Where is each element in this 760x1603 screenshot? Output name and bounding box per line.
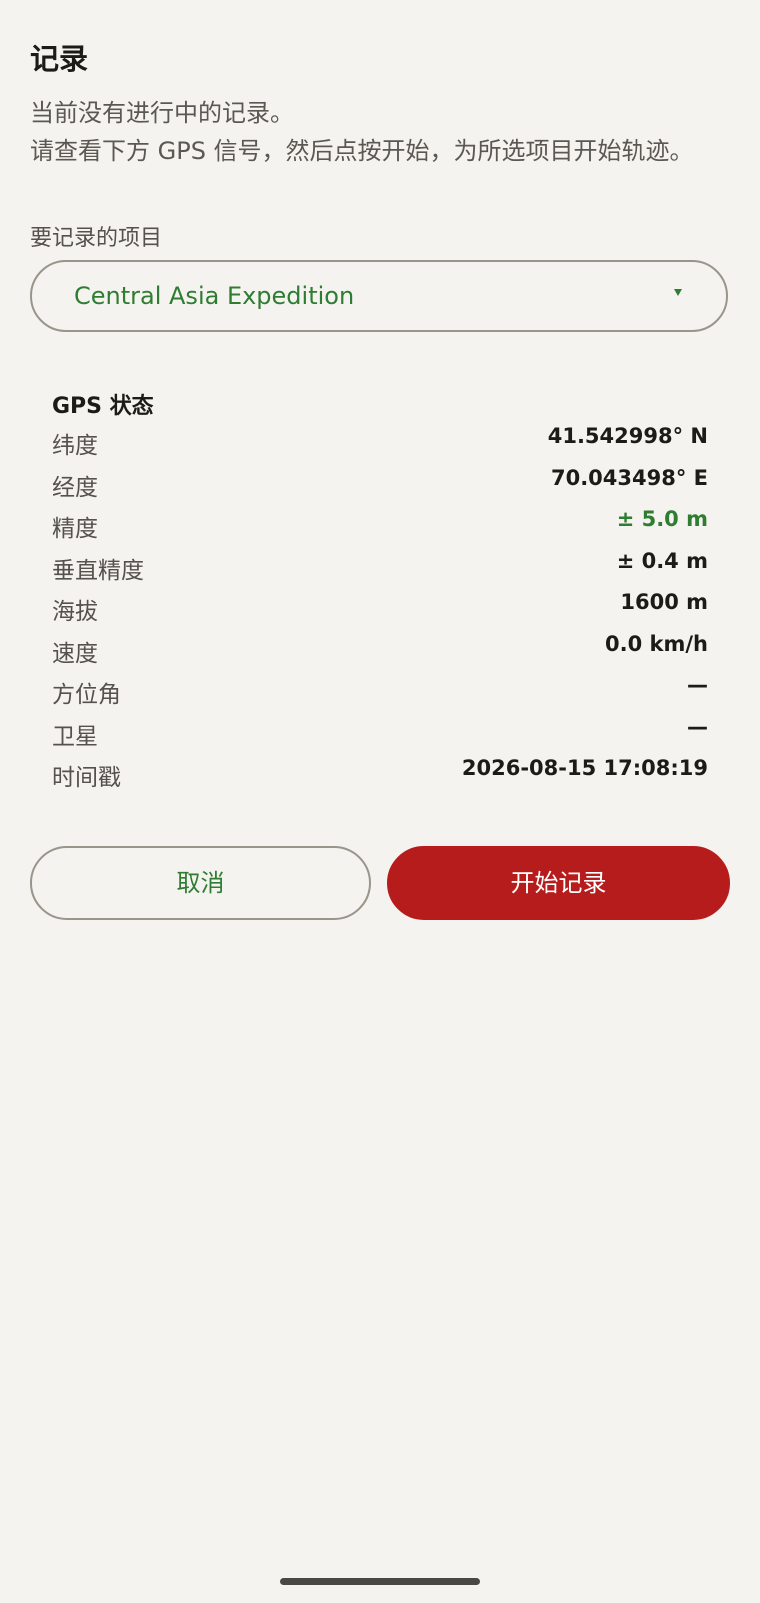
gps-row-value: — [687,673,708,697]
gps-row-vertical-accuracy: 垂直精度 ± 0.4 m [52,545,708,587]
gps-row-accuracy: 精度 ± 5.0 m [52,503,708,545]
gps-row-timestamp: 时间戳 2026-08-15 17:08:19 [52,752,708,794]
project-field-label: 要记录的项目 [30,226,163,251]
gps-row-label: 经度 [52,474,98,501]
page-title: 记录 [30,42,89,76]
gps-row-label: 纬度 [52,433,98,459]
no-recording-text: 当前没有进行中的记录。 [30,99,294,127]
gps-row-label: 时间戳 [52,765,121,791]
gps-row-value: 0.0 km/h [605,631,708,656]
gps-row-value: — [687,714,708,739]
gps-row-altitude: 海拔 1600 m [52,586,708,628]
gps-row-value: ± 0.4 m [616,548,708,573]
gps-row-label: 海拔 [52,599,98,625]
status-description: 当前没有进行中的记录。 请查看下方 GPS 信号，然后点按开始，为所选项目开始轨… [30,94,720,170]
gps-row-satellites: 卫星 — [52,711,708,753]
start-recording-button[interactable]: 开始记录 [387,846,730,920]
gps-row-label: 速度 [52,640,98,667]
gps-row-label: 垂直精度 [52,557,144,584]
gps-row-value: ± 5.0 m [616,507,708,531]
gps-row-value: 1600 m [620,590,708,614]
gps-row-speed: 速度 0.0 km/h [52,628,708,670]
cancel-button[interactable]: 取消 [30,846,371,920]
gps-row-label: 精度 [52,516,98,542]
project-dropdown-value: Central Asia Expedition [74,282,355,310]
gps-row-value: 70.043498° E [550,465,708,490]
project-dropdown[interactable]: Central Asia Expedition [30,260,728,332]
gps-row-longitude: 经度 70.043498° E [52,462,708,504]
gps-row-latitude: 纬度 41.542998° N [52,420,708,462]
gps-status-table: 纬度 41.542998° N 经度 70.043498° E 精度 ± 5.0… [52,420,708,794]
gps-row-label: 方位角 [52,682,121,708]
gps-status-title: GPS 状态 [52,394,154,419]
gps-row-value: 41.542998° N [547,424,708,448]
gps-row-bearing: 方位角 — [52,669,708,711]
home-indicator[interactable] [280,1578,480,1585]
gps-row-value: 2026-08-15 17:08:19 [461,756,708,780]
instruction-text: 请查看下方 GPS 信号，然后点按开始，为所选项目开始轨迹。 [30,137,694,165]
gps-row-label: 卫星 [52,723,98,750]
dropdown-arrow-icon [674,289,682,296]
recording-screen: 记录 当前没有进行中的记录。 请查看下方 GPS 信号，然后点按开始，为所选项目… [0,0,760,1603]
